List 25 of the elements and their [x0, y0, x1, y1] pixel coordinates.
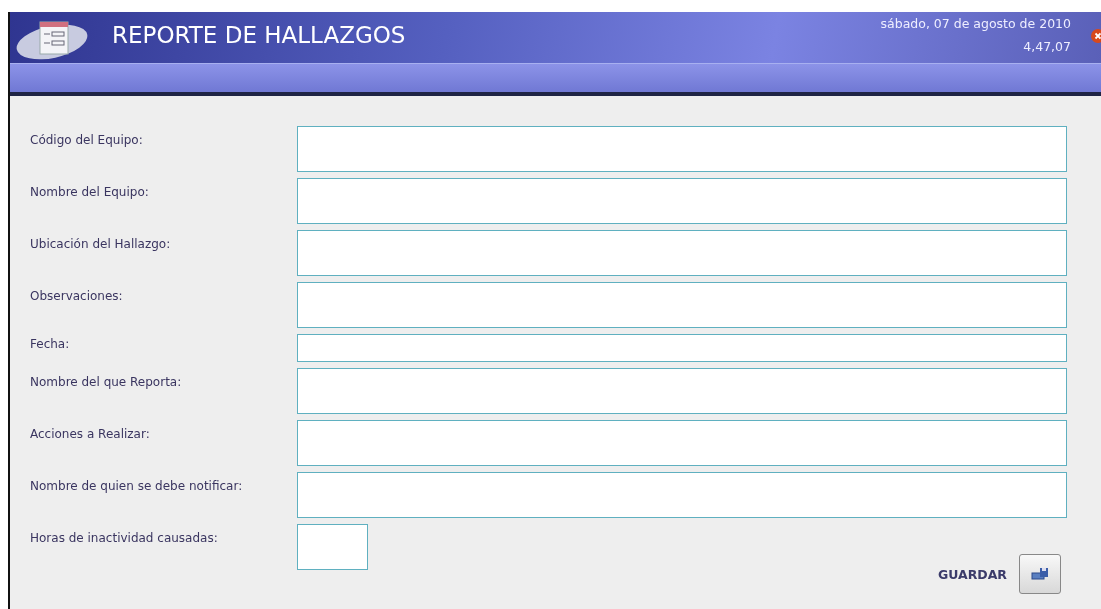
input-field[interactable]	[297, 334, 1067, 362]
date-text: sábado, 07 de agosto de 2010	[880, 16, 1071, 31]
field-label: Horas de inactividad causadas:	[29, 530, 219, 545]
close-icon[interactable]	[1091, 29, 1101, 43]
field-label: Nombre del Equipo:	[29, 184, 150, 199]
save-button[interactable]	[1019, 554, 1061, 594]
input-field[interactable]	[297, 420, 1067, 466]
input-field[interactable]	[297, 126, 1067, 172]
input-field[interactable]	[297, 524, 368, 570]
field-label: Acciones a Realizar:	[29, 426, 151, 441]
field-label: Ubicación del Hallazgo:	[29, 236, 172, 251]
input-field[interactable]	[297, 282, 1067, 328]
input-field[interactable]	[297, 472, 1067, 518]
input-field[interactable]	[297, 230, 1067, 276]
field-label: Observaciones:	[29, 288, 124, 303]
input-field[interactable]	[297, 368, 1067, 414]
window-title: REPORTE DE HALLAZGOS	[112, 22, 406, 48]
save-icon	[1031, 567, 1049, 581]
field-label: Fecha:	[29, 336, 71, 351]
save-label: GUARDAR	[938, 566, 1007, 582]
field-label: Código del Equipo:	[29, 132, 144, 147]
input-field[interactable]	[297, 178, 1067, 224]
field-label: Nombre del que Reporta:	[29, 374, 183, 389]
time-text: 4,47,07	[1023, 39, 1071, 54]
field-label: Nombre de quien se debe notificar:	[29, 478, 244, 493]
